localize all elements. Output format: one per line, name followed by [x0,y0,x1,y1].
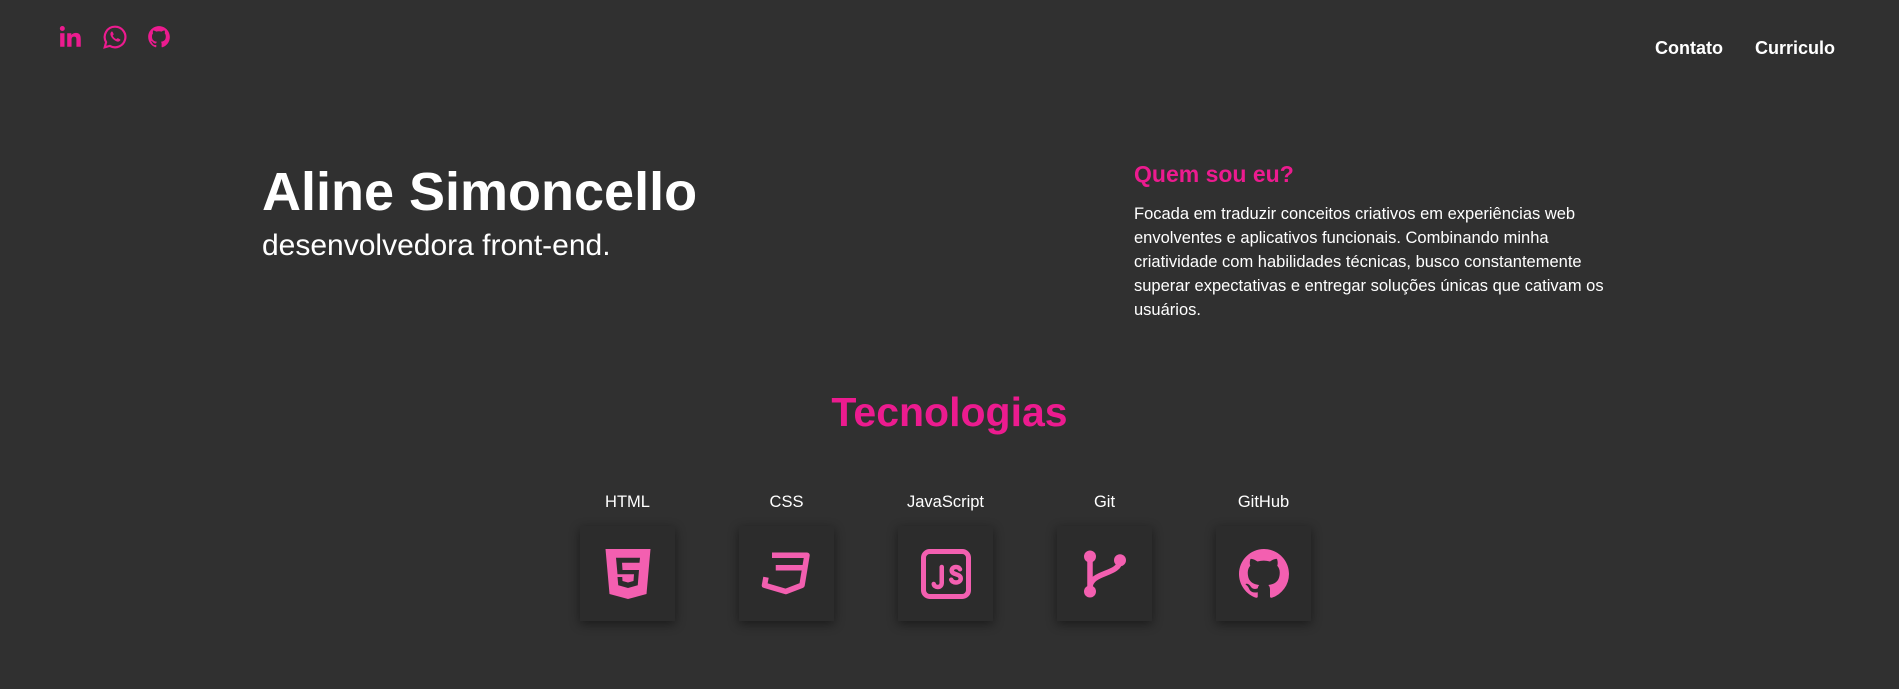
tech-label: CSS [769,493,804,511]
about-title: Quem sou eu? [1134,161,1294,187]
main-nav: Contato Curriculo [1655,38,1835,59]
about-text: Focada em traduzir conceitos criativos e… [1134,205,1604,319]
technologies-list: HTML CSS JavaScript Git GitHub [580,492,1311,621]
tech-item-git: Git [1057,492,1152,621]
tech-item-html: HTML [580,492,675,621]
hero-section: Aline Simoncello desenvolvedora front-en… [262,160,697,264]
tech-label: GitHub [1237,493,1290,511]
whatsapp-link[interactable] [102,24,128,50]
tech-item-javascript: JavaScript [898,492,993,621]
about-section: Quem sou eu? Focada em traduzir conceito… [1134,160,1634,322]
tech-label: HTML [605,493,650,511]
linkedin-link[interactable] [58,24,84,50]
whatsapp-icon [103,25,127,49]
linkedin-icon [59,26,81,47]
github-link[interactable] [146,24,172,50]
github-icon [1238,548,1289,598]
social-links [58,24,172,50]
tech-card-github[interactable] [1216,526,1311,621]
nav-contact-link[interactable]: Contato [1655,38,1723,59]
css3-icon [761,552,810,594]
nav-resume-link[interactable]: Curriculo [1755,38,1835,59]
hero-name: Aline Simoncello [262,162,698,222]
tech-item-github: GitHub [1216,492,1311,621]
tech-card-html[interactable] [580,526,675,621]
javascript-icon [920,548,971,599]
tech-label: JavaScript [906,493,985,511]
technologies-title: Tecnologias [831,389,1068,435]
html5-icon [605,548,650,599]
git-icon [1083,550,1126,597]
tech-item-css: CSS [739,492,834,621]
hero-role: desenvolvedora front-end. [262,229,611,262]
tech-card-git[interactable] [1057,526,1152,621]
tech-card-javascript[interactable] [898,526,993,621]
tech-card-css[interactable] [739,526,834,621]
tech-label: Git [1093,493,1116,511]
github-icon [148,26,170,48]
